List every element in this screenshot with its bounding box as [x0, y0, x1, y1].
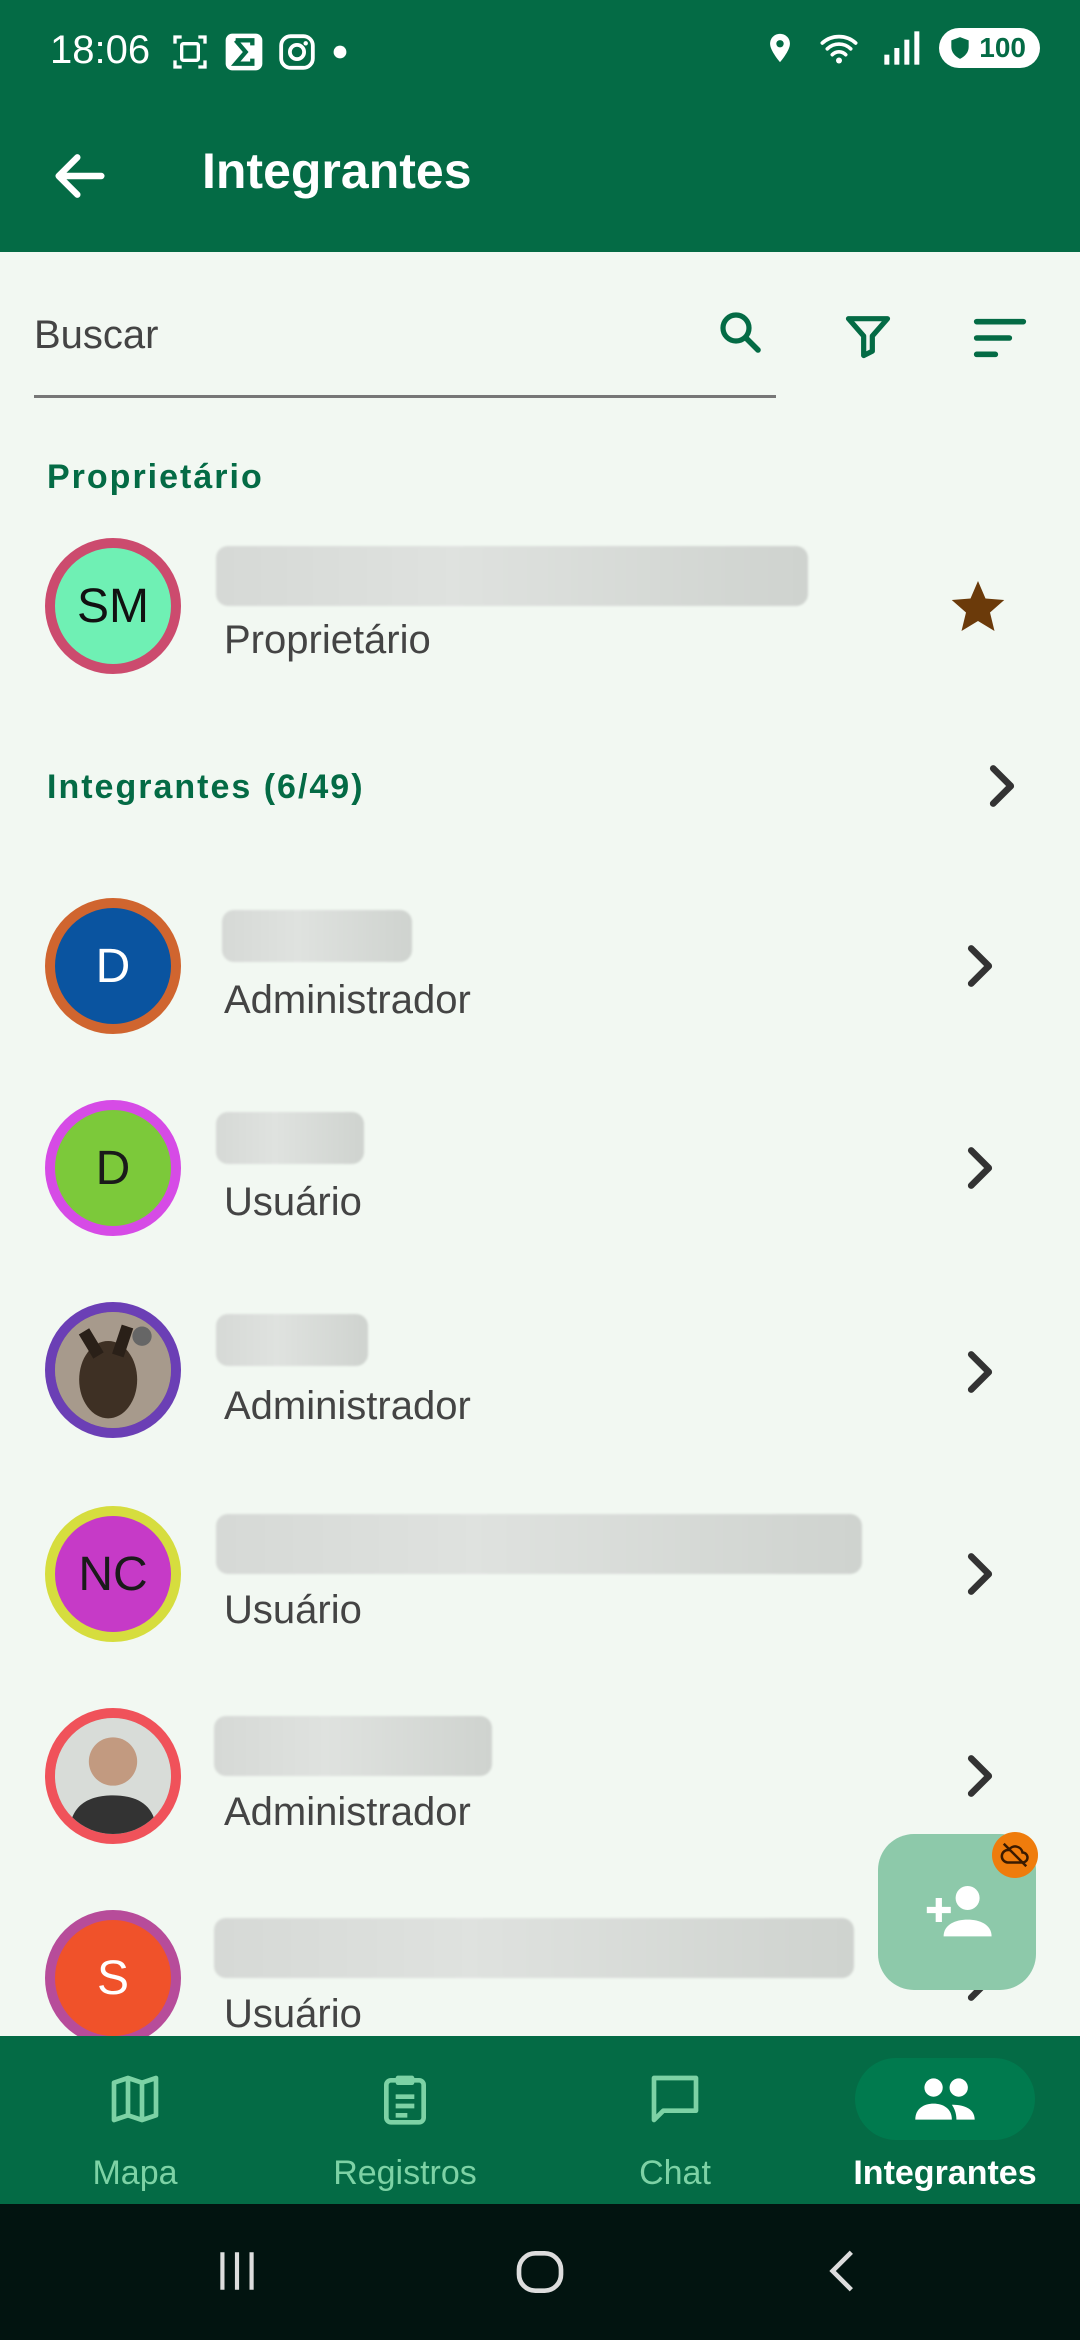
- member-avatar: NC: [45, 1506, 181, 1642]
- status-bar: 18:06 100: [0, 0, 1080, 102]
- dog-photo-icon: [55, 1312, 171, 1428]
- chevron-right-icon[interactable]: [962, 1146, 998, 1190]
- member-name-redacted: [222, 910, 412, 962]
- screenshot-icon: [173, 35, 207, 69]
- add-person-icon: [926, 1886, 992, 1937]
- chevron-right-icon[interactable]: [962, 1552, 998, 1596]
- map-icon: [111, 2075, 159, 2123]
- page-title: Integrantes: [202, 143, 472, 199]
- member-avatar: D: [45, 1100, 181, 1236]
- member-name-redacted: [214, 1716, 492, 1776]
- nav-item-registros[interactable]: Registros: [270, 2036, 540, 2204]
- nav-item-mapa[interactable]: Mapa: [0, 2036, 270, 2204]
- nav-label: Chat: [639, 2154, 711, 2192]
- clipboard-icon: [384, 2075, 426, 2125]
- signal-icon: [884, 31, 920, 65]
- member-name-redacted: [216, 1314, 368, 1366]
- member-name-redacted: [214, 1918, 854, 1978]
- chevron-right-icon[interactable]: [962, 1754, 998, 1798]
- back-icon[interactable]: [818, 2246, 868, 2296]
- member-avatar: S: [45, 1910, 181, 2036]
- nav-label: Integrantes: [853, 2154, 1037, 2192]
- member-role: Administrador: [224, 1790, 471, 1834]
- members-section-label: Integrantes (6/49): [47, 768, 365, 806]
- nav-label: Mapa: [92, 2154, 178, 2192]
- wifi-icon: [820, 34, 858, 64]
- member-role: Usuário: [224, 1180, 362, 1224]
- sigma-app-icon: [225, 33, 263, 71]
- member-avatar-photo: [45, 1302, 181, 1438]
- instagram-icon: [279, 34, 315, 70]
- home-icon[interactable]: [512, 2244, 568, 2300]
- owner-avatar: SM: [45, 538, 181, 674]
- member-role: Usuário: [224, 1588, 362, 1632]
- notification-icons: [170, 32, 350, 72]
- bottom-navigation: Mapa Registros Chat Integrantes: [0, 2036, 1080, 2204]
- nav-item-chat[interactable]: Chat: [540, 2036, 810, 2204]
- member-initials: S: [96, 1951, 129, 2005]
- chevron-right-icon[interactable]: [962, 1350, 998, 1394]
- owner-section-label: Proprietário: [47, 458, 264, 496]
- member-role: Administrador: [224, 1384, 471, 1428]
- search-field[interactable]: [34, 290, 776, 398]
- status-time: 18:06: [50, 28, 151, 72]
- system-status-icons: 100: [763, 28, 1040, 68]
- star-icon: [951, 581, 1005, 631]
- search-input[interactable]: [34, 290, 634, 380]
- battery-shield-icon: [951, 37, 969, 59]
- owner-name-redacted: [216, 546, 808, 606]
- system-navigation-bar: [0, 2204, 1080, 2340]
- sync-badge: [992, 1832, 1038, 1878]
- member-avatar: D: [45, 898, 181, 1034]
- sort-icon[interactable]: [972, 314, 1028, 362]
- member-initials: D: [95, 939, 131, 993]
- member-name-redacted: [216, 1112, 364, 1164]
- battery-indicator: 100: [939, 28, 1040, 68]
- chevron-right-icon[interactable]: [962, 944, 998, 988]
- member-role: Usuário: [224, 1992, 362, 2036]
- app-bar: Integrantes: [0, 102, 1080, 252]
- member-initials: D: [95, 1141, 131, 1195]
- group-icon: [915, 2078, 975, 2120]
- search-icon[interactable]: [716, 308, 764, 356]
- member-role: Administrador: [224, 978, 471, 1022]
- member-name-redacted: [216, 1514, 862, 1574]
- add-member-button[interactable]: [878, 1832, 1038, 1990]
- recent-apps-icon[interactable]: [212, 2246, 262, 2296]
- chevron-right-icon[interactable]: [984, 764, 1020, 808]
- location-icon: [770, 33, 791, 63]
- member-avatar-photo: [45, 1708, 181, 1844]
- person-photo-icon: [55, 1718, 171, 1834]
- nav-label: Registros: [333, 2154, 477, 2192]
- owner-role: Proprietário: [224, 618, 431, 662]
- battery-level: 100: [979, 32, 1026, 63]
- cloud-off-icon: [1000, 1842, 1029, 1868]
- filter-icon[interactable]: [842, 310, 894, 362]
- dot-icon: [333, 45, 347, 59]
- back-arrow-icon[interactable]: [48, 144, 112, 208]
- member-initials: NC: [78, 1547, 148, 1601]
- owner-initials: SM: [77, 579, 149, 633]
- chat-icon: [651, 2075, 699, 2123]
- nav-item-integrantes[interactable]: Integrantes: [810, 2036, 1080, 2204]
